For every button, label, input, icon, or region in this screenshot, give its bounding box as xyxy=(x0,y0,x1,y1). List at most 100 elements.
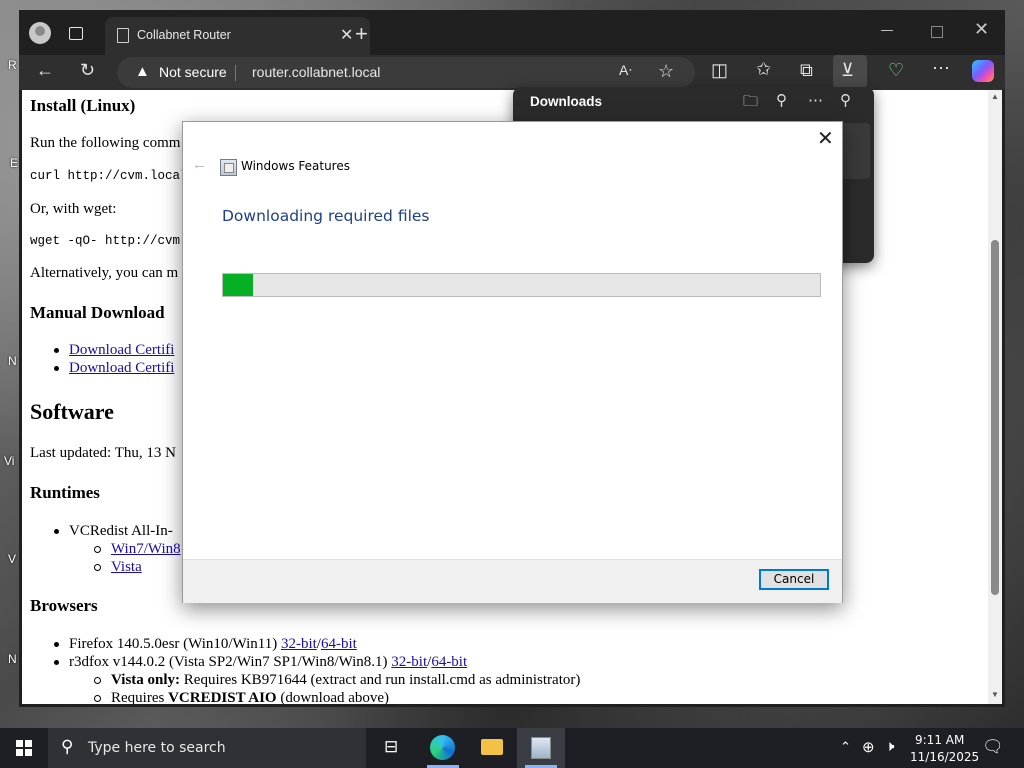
pin-icon[interactable]: ⚲ xyxy=(840,91,851,109)
address-divider xyxy=(235,65,236,81)
volume-muted-icon[interactable]: 🕨 xyxy=(885,738,894,755)
desktop-icon-label-fragment[interactable]: N xyxy=(8,652,17,666)
bullet xyxy=(94,695,101,703)
list-item: Download Certifi xyxy=(54,360,174,377)
r3dfox-32bit-link[interactable]: 32-bit xyxy=(391,654,427,670)
folder-icon xyxy=(481,739,503,755)
clock-date[interactable]: 11/16/2025 xyxy=(910,750,979,764)
downloads-button[interactable]: ⊻ xyxy=(833,55,867,89)
back-arrow-icon: ← xyxy=(192,156,207,173)
cancel-button[interactable]: Cancel xyxy=(759,569,829,590)
requires-prefix: Requires xyxy=(111,690,169,704)
address-bar[interactable]: ▲ Not secure router.collabnet.local Aᐧ ☆ xyxy=(117,57,695,88)
paragraph: Run the following comm xyxy=(30,135,181,151)
list-item: Vista xyxy=(94,559,142,576)
firefox-32bit-link[interactable]: 32-bit xyxy=(281,636,317,652)
windows-features-dialog: ✕ ← Windows Features Downloading require… xyxy=(182,121,843,603)
vista-only-text: Requires KB971644 (extract and run insta… xyxy=(180,672,581,688)
start-button[interactable] xyxy=(16,740,32,756)
runtime-vista-link[interactable]: Vista xyxy=(111,559,142,575)
close-tab-icon[interactable]: ✕ xyxy=(340,25,353,45)
download-icon: ⊻ xyxy=(841,60,855,80)
favorite-star-icon[interactable]: ☆ xyxy=(658,61,674,82)
maximize-icon[interactable] xyxy=(931,26,943,38)
task-view-icon: ⊟ xyxy=(384,737,399,756)
desktop-icon-label-fragment[interactable]: V xyxy=(8,552,16,566)
dialog-app-title: Windows Features xyxy=(241,159,350,173)
desktop-icon-label-fragment[interactable]: E xyxy=(10,156,18,170)
scroll-thumb[interactable] xyxy=(991,240,999,595)
collections-icon[interactable]: ⧉ xyxy=(800,60,813,81)
download-certificate-link[interactable]: Download Certifi xyxy=(69,360,174,376)
code-block: wget -qO- http://cvm.l xyxy=(30,234,196,248)
minimize-icon[interactable] xyxy=(881,30,893,31)
favorites-icon[interactable]: ✩ xyxy=(756,59,771,80)
runtime-win7-link[interactable]: Win7/Win8 xyxy=(111,541,181,557)
taskbar-search-box[interactable]: ⚲ Type here to search xyxy=(48,728,366,768)
dialog-close-icon[interactable]: ✕ xyxy=(817,126,834,151)
warning-icon[interactable]: ▲ xyxy=(135,63,150,80)
vista-only-label: Vista only: xyxy=(111,672,181,688)
r3dfox-64bit-link[interactable]: 64-bit xyxy=(431,654,467,670)
bullet xyxy=(54,529,59,535)
list-item: Vista only: Requires KB971644 (extract a… xyxy=(94,672,580,689)
taskbar-edge[interactable] xyxy=(419,728,467,768)
desktop-icon-label-fragment[interactable]: N xyxy=(8,354,17,368)
open-folder-icon[interactable]: 🗀 xyxy=(743,91,758,116)
bullet xyxy=(54,660,59,666)
new-tab-button[interactable]: + xyxy=(355,21,368,47)
scroll-up-icon[interactable]: ▲ xyxy=(991,92,999,101)
browser-tab[interactable]: Collabnet Router ✕ xyxy=(105,17,370,55)
tab-strip: Collabnet Router ✕ + ✕ xyxy=(19,10,1005,55)
network-icon[interactable]: ⊕ xyxy=(862,738,875,756)
split-screen-icon[interactable]: ◫ xyxy=(711,60,728,81)
task-view-button[interactable]: ⊟ xyxy=(368,728,416,768)
search-placeholder: Type here to search xyxy=(88,740,226,756)
install-linux-heading: Install (Linux) xyxy=(30,96,136,115)
browsers-heading: Browsers xyxy=(30,596,98,615)
search-icon[interactable]: ⚲ xyxy=(776,91,787,109)
manual-download-heading: Manual Download xyxy=(30,303,165,322)
scroll-down-icon[interactable]: ▼ xyxy=(991,690,999,699)
tab-actions-icon[interactable] xyxy=(69,27,83,40)
firefox-text: Firefox 140.5.0esr (Win10/Win11) xyxy=(69,636,281,652)
not-secure-label[interactable]: Not secure xyxy=(159,64,227,80)
copilot-icon[interactable] xyxy=(972,60,994,82)
refresh-icon[interactable]: ↻ xyxy=(80,60,95,81)
taskbar-windows-features[interactable] xyxy=(517,728,565,768)
taskbar-file-explorer[interactable] xyxy=(468,728,516,768)
read-aloud-icon[interactable]: Aᐧ xyxy=(619,62,632,79)
desktop-icon-label-fragment[interactable]: R xyxy=(8,58,17,72)
more-menu-icon[interactable]: ⋯ xyxy=(932,58,950,79)
download-certificate-link[interactable]: Download Certifi xyxy=(69,342,174,358)
windows-features-icon xyxy=(531,737,551,759)
more-options-icon[interactable]: ⋯ xyxy=(808,91,823,109)
bullet xyxy=(54,642,59,648)
tab-title: Collabnet Router xyxy=(137,28,231,42)
r3dfox-text: r3dfox v144.0.2 (Vista SP2/Win7 SP1/Win8… xyxy=(69,654,392,670)
bullet xyxy=(94,564,101,572)
progress-fill xyxy=(223,274,253,296)
chevron-up-icon[interactable]: ⌃ xyxy=(840,739,851,755)
clock-time[interactable]: 9:11 AM xyxy=(915,733,964,747)
browser-essentials-icon[interactable]: ♡ xyxy=(888,60,904,81)
runtimes-heading: Runtimes xyxy=(30,483,100,502)
profile-avatar[interactable] xyxy=(29,22,51,44)
paragraph: Alternatively, you can m xyxy=(30,265,179,281)
desktop-icon-label-fragment[interactable]: Vi xyxy=(4,454,14,468)
downloads-title: Downloads xyxy=(530,94,603,109)
vcredist-text: VCRedist All-In- xyxy=(69,523,173,539)
bullet xyxy=(54,348,59,354)
bullet xyxy=(94,677,101,685)
vcredist-aio-label: VCREDIST AIO xyxy=(168,690,277,704)
firefox-64bit-link[interactable]: 64-bit xyxy=(321,636,357,652)
notifications-icon[interactable]: 🗨 xyxy=(982,737,1004,757)
window-close-icon[interactable]: ✕ xyxy=(974,19,989,40)
url-text[interactable]: router.collabnet.local xyxy=(252,64,380,80)
code-block: curl http://cvm.local/ xyxy=(30,169,196,183)
back-arrow-icon[interactable]: ← xyxy=(36,60,54,81)
list-item: Download Certifi xyxy=(54,342,174,359)
paragraph: Or, with wget: xyxy=(30,201,117,217)
page-scrollbar[interactable]: ▲ ▼ xyxy=(988,90,1002,704)
list-item: Requires VCREDIST AIO (download above) xyxy=(94,690,389,704)
